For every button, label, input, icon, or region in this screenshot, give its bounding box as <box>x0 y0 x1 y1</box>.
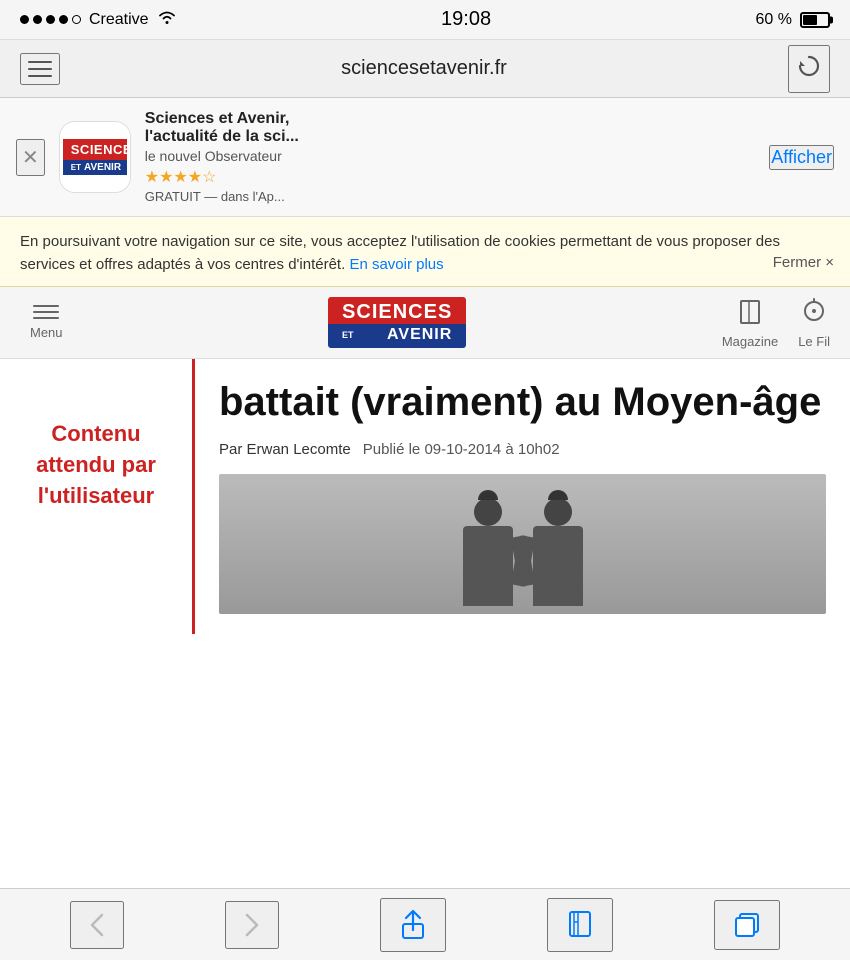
address-bar: sciencesetavenir.fr <box>0 40 850 98</box>
hamburger-menu-button[interactable] <box>20 53 60 85</box>
app-title-2: l'actualité de la sci... <box>145 128 756 146</box>
status-bar: Creative 19:08 60 % <box>0 0 850 40</box>
signal-dot-1 <box>20 15 29 24</box>
bottom-toolbar <box>0 888 850 960</box>
bookmarks-button[interactable] <box>547 898 613 952</box>
battery-percent: 60 % <box>756 11 792 29</box>
signal-dot-5 <box>72 15 81 24</box>
article-content: battait (vraiment) au Moyen-âge Par Erwa… <box>195 359 850 634</box>
lefil-label: Le Fil <box>798 334 830 349</box>
status-right: 60 % <box>756 11 830 29</box>
app-free-label: GRATUIT — dans l'Ap... <box>145 189 756 204</box>
knight-scene <box>219 474 826 614</box>
magazine-label: Magazine <box>722 334 778 349</box>
logo-avenir: ETAVENIR <box>328 324 466 348</box>
hamburger-line-3 <box>28 75 52 77</box>
lefil-icon <box>800 297 828 332</box>
app-stars: ★★★★☆ <box>145 167 756 187</box>
knight-left <box>463 498 513 606</box>
app-afficher-button[interactable]: Afficher <box>769 145 834 170</box>
address-field[interactable]: sciencesetavenir.fr <box>60 57 788 80</box>
app-subtitle: le nouvel Observateur <box>145 148 756 164</box>
left-annotation: Contenu attendu par l'utilisateur <box>0 359 195 634</box>
share-button[interactable] <box>380 898 446 952</box>
app-banner: ✕ SCIENCES ETAVENIR Sciences et Avenir, … <box>0 98 850 217</box>
app-icon: SCIENCES ETAVENIR <box>59 121 131 193</box>
close-banner-button[interactable]: ✕ <box>16 139 45 176</box>
status-time: 19:08 <box>441 8 491 31</box>
site-menu-label: Menu <box>30 325 63 340</box>
battery-fill <box>803 15 817 25</box>
article-image <box>219 474 826 614</box>
logo-sciences: SCIENCES <box>328 297 466 324</box>
magazine-button[interactable]: Magazine <box>722 297 778 349</box>
reload-button[interactable] <box>788 45 830 93</box>
site-nav: Menu SCIENCES ETAVENIR Magazine <box>0 287 850 359</box>
app-icon-sciences: SCIENCES <box>63 139 127 161</box>
article-title: battait (vraiment) au Moyen-âge <box>219 379 826 425</box>
cookie-banner: En poursuivant votre navigation sur ce s… <box>0 217 850 287</box>
content-area: Contenu attendu par l'utilisateur battai… <box>0 359 850 634</box>
carrier-name: Creative <box>89 11 149 29</box>
signal-dot-2 <box>33 15 42 24</box>
knight-right <box>533 498 583 606</box>
signal-dot-3 <box>46 15 55 24</box>
lefil-button[interactable]: Le Fil <box>798 297 830 349</box>
battery-icon <box>800 12 830 28</box>
app-title: Sciences et Avenir, <box>145 110 756 128</box>
article-meta: Par Erwan Lecomte Publié le 09-10-2014 à… <box>219 441 826 458</box>
hamburger-line-2 <box>28 68 52 70</box>
magazine-icon <box>736 297 764 332</box>
back-button[interactable] <box>70 901 124 949</box>
tabs-button[interactable] <box>714 900 780 950</box>
wifi-icon <box>157 9 177 30</box>
signal-dots <box>20 15 81 24</box>
cookie-learn-more-link[interactable]: En savoir plus <box>349 256 443 273</box>
app-icon-avenir: ETAVENIR <box>63 160 127 175</box>
status-left: Creative <box>20 9 177 30</box>
article-published: Publié le 09-10-2014 à 10h02 <box>363 441 560 458</box>
forward-button[interactable] <box>225 901 279 949</box>
nav-actions: Magazine Le Fil <box>722 297 830 349</box>
site-logo[interactable]: SCIENCES ETAVENIR <box>73 297 722 348</box>
article-author: Par Erwan Lecomte <box>219 441 351 458</box>
site-menu-button[interactable]: Menu <box>20 299 73 346</box>
hamburger-line-1 <box>28 61 52 63</box>
app-info: Sciences et Avenir, l'actualité de la sc… <box>145 110 756 204</box>
cookie-close-button[interactable]: Fermer × <box>773 252 834 275</box>
signal-dot-4 <box>59 15 68 24</box>
